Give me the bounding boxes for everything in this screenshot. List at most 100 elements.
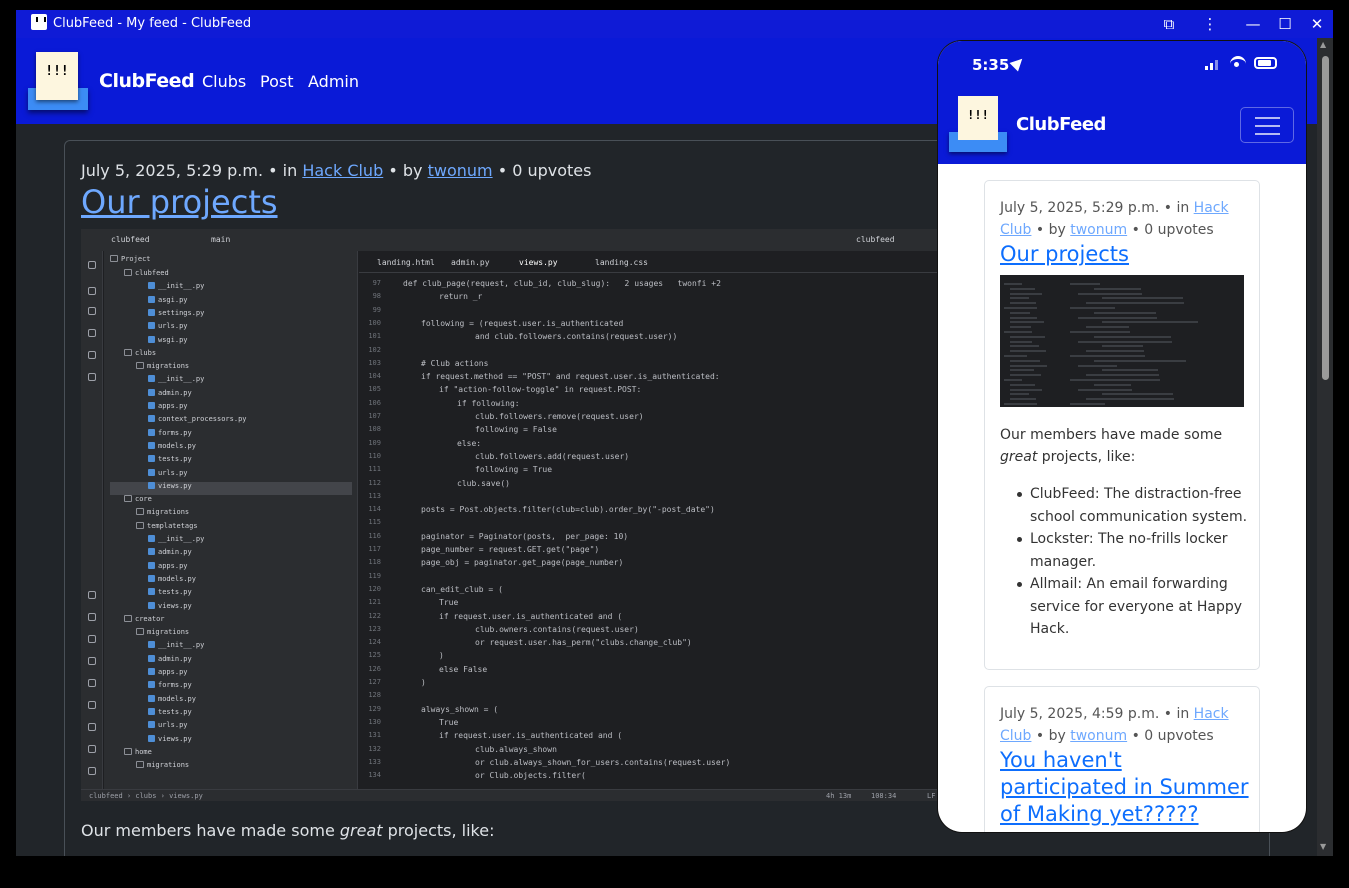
ide-code-line: following = (request.user.is_authenticat…	[421, 318, 624, 328]
window-title: ClubFeed - My feed - ClubFeed	[53, 16, 252, 31]
scroll-down-icon[interactable]: ▼	[1320, 842, 1326, 851]
battery-icon	[1254, 57, 1277, 69]
ide-tree-item: __init__.py	[148, 375, 204, 388]
thumbnail-code-line	[1094, 311, 1156, 314]
mobile-header: 5:35 !!! ClubFeed	[938, 41, 1306, 164]
thumbnail-tree-line	[1010, 374, 1041, 377]
project-list: ClubFeed: The distraction-free school co…	[1000, 483, 1250, 641]
ide-code-line: and club.followers.contains(request.user…	[475, 332, 678, 342]
ide-tool-icon	[88, 657, 96, 665]
ide-line-number: 120	[368, 584, 381, 593]
ide-tab: landing.html	[377, 258, 435, 267]
ide-line-number: 122	[368, 611, 381, 620]
thumbnail-tree-line	[1010, 364, 1047, 367]
mobile-post-card: July 5, 2025, 5:29 p.m. • in Hack Club •…	[984, 180, 1260, 670]
ide-line-number: 115	[368, 518, 381, 527]
ide-tree-item: migrations	[136, 362, 189, 375]
thumbnail-code-line	[1094, 383, 1131, 386]
ide-line-number: 127	[368, 678, 381, 686]
ide-line-number: 108	[368, 425, 381, 434]
ide-tool-icon	[88, 745, 96, 753]
ide-code-line: if request.user.is_authenticated and (	[439, 731, 623, 741]
ide-toolbar: clubfeed main clubfeed	[81, 229, 961, 251]
thumbnail-code-line	[1078, 340, 1172, 343]
ide-code-area: def club_page(request, club_id, club_slu…	[403, 273, 961, 789]
ide-code-line: following = False	[475, 425, 557, 435]
nav-link-post[interactable]: Post	[260, 72, 293, 91]
logo-paper: !!!	[36, 52, 78, 100]
thumbnail-code-line	[1102, 345, 1143, 348]
mobile-post-meta: July 5, 2025, 4:59 p.m. • in Hack Club •…	[1000, 703, 1250, 747]
post-body: Our members have made some great project…	[81, 821, 494, 840]
club-link[interactable]: Hack Club	[302, 161, 383, 180]
mobile-brand-name[interactable]: ClubFeed	[1016, 114, 1106, 135]
ide-line-number: 118	[368, 558, 381, 567]
ide-project-label: clubfeed	[111, 235, 150, 244]
hamburger-menu-icon[interactable]	[1240, 107, 1294, 143]
list-item: Allmail: An email forwarding service for…	[1000, 573, 1250, 641]
thumbnail-tree-line	[1010, 311, 1030, 314]
ide-line-number: 129	[368, 704, 381, 713]
mobile-post-title-link[interactable]: Our projects	[1000, 241, 1250, 268]
thumbnail-code-line	[1070, 331, 1130, 333]
ide-code-line: club.followers.add(request.user)	[475, 451, 630, 461]
ide-line-number: 133	[368, 757, 381, 766]
ide-tree-item: admin.py	[148, 389, 192, 402]
ide-status-bar: clubfeed › clubs › views.py 4h 13m 108:3…	[81, 789, 961, 801]
ide-tree-item: forms.py	[148, 429, 192, 442]
ide-code-line: or club.always_shown_for_users.contains(…	[475, 757, 731, 767]
by-label: • by	[1035, 222, 1066, 238]
mobile-site-logo[interactable]: !!!	[949, 96, 1009, 156]
ide-tool-icon	[88, 329, 96, 337]
close-button[interactable]: ✕	[1306, 14, 1328, 34]
minimize-button[interactable]: —	[1242, 14, 1264, 34]
title-bar: ClubFeed - My feed - ClubFeed ⧉ ⋮ — ☐ ✕	[16, 10, 1333, 38]
thumbnail-tree-line	[1010, 398, 1036, 401]
brand-name[interactable]: ClubFeed	[99, 70, 195, 92]
ide-line-number: 130	[368, 717, 381, 726]
thumbnail-tree-line	[1004, 307, 1037, 309]
thumbnail-tree-line	[1004, 403, 1037, 405]
ide-tree-item: clubs	[124, 349, 156, 362]
thumbnail-code-line	[1078, 316, 1157, 319]
ide-status-pos: 108:34	[871, 792, 897, 800]
logo-paper: !!!	[958, 96, 998, 140]
thumbnail-tree-line	[1004, 283, 1022, 285]
location-icon	[1009, 54, 1027, 72]
scroll-up-icon[interactable]: ▲	[1320, 40, 1326, 49]
ide-line-number: 109	[368, 438, 381, 447]
ide-line-number: 99	[372, 305, 381, 314]
thumbnail-tree-line	[1010, 316, 1037, 319]
ide-tool-icon	[88, 287, 96, 295]
site-logo[interactable]: !!!	[28, 52, 88, 112]
extension-icon[interactable]: ⧉	[1158, 14, 1180, 34]
scrollbar-thumb[interactable]	[1322, 56, 1329, 380]
ide-tree-item: templatetags	[136, 522, 198, 535]
ide-tree-selection	[110, 481, 352, 495]
author-link[interactable]: twonum	[428, 161, 493, 180]
ide-line-number: 98	[372, 292, 381, 301]
maximize-button[interactable]: ☐	[1274, 14, 1296, 34]
ide-code-line: club.save()	[457, 478, 510, 488]
ide-tree-item: views.py	[148, 602, 192, 615]
author-link[interactable]: twonum	[1070, 222, 1127, 238]
thumbnail-tree-line	[1010, 335, 1045, 338]
mobile-post-title-link[interactable]: You haven't participated in Summer of Ma…	[1000, 747, 1250, 828]
nav-link-clubs[interactable]: Clubs	[202, 72, 246, 91]
page-scrollbar[interactable]: ▲ ▼	[1317, 38, 1333, 856]
ide-code-line: page_obj = paginator.get_page(page_numbe…	[421, 558, 624, 568]
ide-line-number: 103	[368, 358, 381, 367]
post-title-link[interactable]: Our projects	[81, 183, 278, 221]
ide-tree-item: wsgi.py	[148, 336, 188, 349]
ide-line-number: 124	[368, 638, 381, 647]
nav-link-admin[interactable]: Admin	[308, 72, 359, 91]
thumbnail-tree-line	[1010, 340, 1032, 343]
by-label: • by	[1035, 728, 1066, 744]
ide-code-line: def club_page(request, club_id, club_slu…	[403, 279, 721, 288]
ide-tree-item: models.py	[148, 575, 196, 588]
author-link[interactable]: twonum	[1070, 728, 1127, 744]
menu-icon[interactable]: ⋮	[1199, 14, 1221, 34]
post-body-text: Our members have made some	[81, 821, 340, 840]
ide-line-gutter: 97 98 99 100 101 102 103 104 105 106 107 108 109 110 1…	[359, 273, 397, 789]
ide-code-line: club.owners.contains(request.user)	[475, 624, 639, 634]
